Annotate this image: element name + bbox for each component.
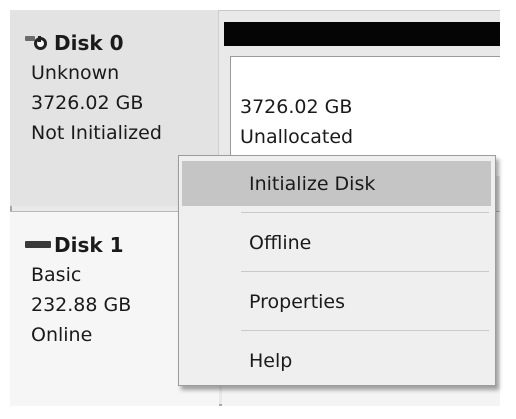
disk-0-volume-size: 3726.02 GB <box>240 96 353 118</box>
disk-1-name: Disk 1 <box>54 233 124 257</box>
menu-item-properties[interactable]: Properties <box>182 279 491 324</box>
menu-separator <box>241 212 489 213</box>
disk-0-size: 3726.02 GB <box>31 92 144 114</box>
menu-separator <box>241 330 489 331</box>
disk-0-volume-header-bar <box>224 22 500 46</box>
disk-0-status: Not Initialized <box>31 122 162 144</box>
disk-0-volume-state: Unallocated <box>240 126 354 148</box>
disk-0-name: Disk 0 <box>54 31 124 55</box>
menu-item-offline[interactable]: Offline <box>182 220 491 265</box>
disk-0-volume-info: 3726.02 GB Unallocated <box>240 92 353 152</box>
uninitialized-disk-icon <box>25 34 51 52</box>
menu-separator <box>241 271 489 272</box>
menu-item-help[interactable]: Help <box>182 338 491 383</box>
disk-0-type: Unknown <box>31 62 120 84</box>
basic-disk-icon <box>25 236 51 254</box>
menu-item-initialize-disk[interactable]: Initialize Disk <box>182 161 491 206</box>
context-menu: Initialize Disk Offline Properties Help <box>178 155 496 386</box>
disk-0-title: Disk 0 <box>25 28 218 58</box>
